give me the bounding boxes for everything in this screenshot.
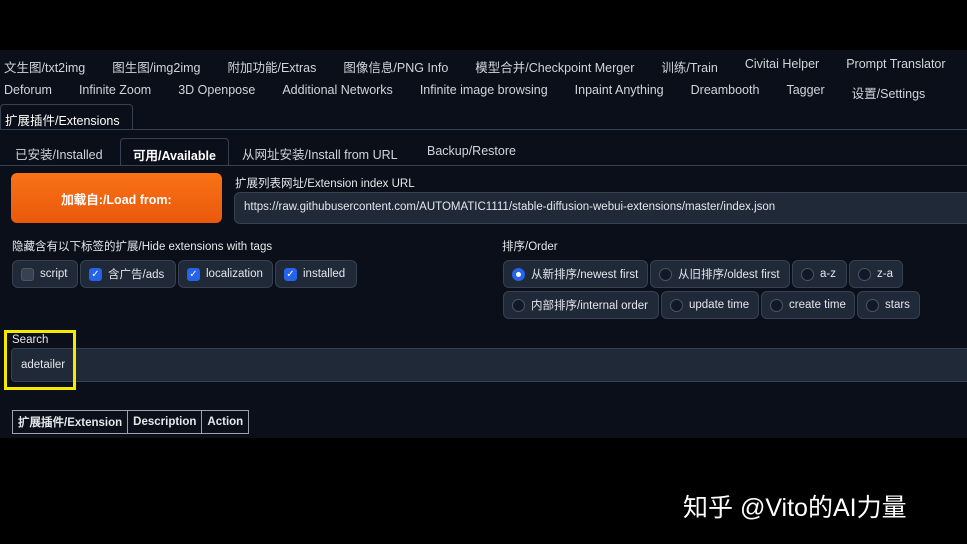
order-za-radio[interactable]: z-a [849, 260, 903, 288]
order-label: z-a [877, 268, 893, 280]
tag-label: installed [303, 268, 346, 280]
tab-infinite-image-browsing[interactable]: Infinite image browsing [420, 83, 548, 102]
tag-label: script [40, 268, 68, 280]
extensions-table: 扩展插件/Extension Description Action [11, 410, 250, 434]
tab-extensions[interactable]: 扩展插件/Extensions [0, 104, 133, 130]
tab-civitai-helper[interactable]: Civitai Helper [745, 57, 819, 76]
order-oldest-radio[interactable]: 从旧排序/oldest first [650, 260, 790, 288]
order-update-time-radio[interactable]: update time [661, 291, 759, 319]
order-label: create time [789, 299, 846, 311]
tab-train[interactable]: 训练/Train [661, 57, 718, 76]
tag-label: 含广告/ads [108, 269, 165, 281]
subtab-backup-restore[interactable]: Backup/Restore [427, 144, 516, 158]
tab-tagger[interactable]: Tagger [786, 83, 824, 102]
tab-settings[interactable]: 设置/Settings [852, 83, 926, 102]
tab-txt2img[interactable]: 文生图/txt2img [4, 57, 85, 76]
checkmark-icon: ✓ [187, 267, 200, 281]
order-create-time-radio[interactable]: create time [761, 291, 855, 319]
tab-inpaint-anything[interactable]: Inpaint Anything [575, 83, 664, 102]
tab-img2img[interactable]: 图生图/img2img [112, 57, 200, 76]
order-label: stars [885, 299, 910, 311]
tag-ads-checkbox[interactable]: ✓ 含广告/ads [80, 260, 176, 288]
tab-checkpoint-merger[interactable]: 模型合并/Checkpoint Merger [475, 57, 634, 76]
order-label: 内部排序/internal order [531, 300, 648, 312]
tag-localization-checkbox[interactable]: ✓ localization [178, 260, 273, 288]
order-label: update time [689, 299, 750, 311]
tab-prompt-translator[interactable]: Prompt Translator [846, 57, 945, 76]
column-action: Action [201, 410, 250, 434]
checkmark-icon: ✓ [89, 267, 102, 281]
radio-icon [866, 298, 879, 312]
extension-subtabs: 已安装/Installed 可用/Available 从网址安装/Install… [0, 138, 967, 166]
order-az-radio[interactable]: a-z [792, 260, 847, 288]
highlight-box [4, 330, 76, 390]
radio-icon [801, 267, 814, 281]
subtab-available[interactable]: 可用/Available [120, 138, 229, 166]
search-input[interactable]: adetailer [11, 348, 967, 382]
radio-icon [770, 298, 783, 312]
hide-tags-label: 隐藏含有以下标签的扩展/Hide extensions with tags [12, 241, 273, 253]
divider [0, 165, 967, 166]
radio-icon [659, 267, 672, 281]
tab-extras[interactable]: 附加功能/Extras [227, 57, 316, 76]
order-internal-radio[interactable]: 内部排序/internal order [503, 291, 659, 319]
tab-deforum[interactable]: Deforum [4, 83, 52, 102]
tab-3d-openpose[interactable]: 3D Openpose [178, 83, 255, 102]
radio-icon [512, 267, 525, 281]
order-label: a-z [820, 268, 836, 280]
radio-icon [858, 267, 871, 281]
order-label: 从新排序/newest first [531, 269, 639, 281]
order-label: 从旧排序/oldest first [678, 269, 780, 281]
index-url-input[interactable]: https://raw.githubusercontent.com/AUTOMA… [234, 192, 967, 224]
checkbox-icon [21, 267, 34, 281]
watermark: 知乎 @Vito的AI力量 [683, 494, 907, 522]
index-url-label: 扩展列表网址/Extension index URL [235, 178, 415, 190]
nav-row-1: 文生图/txt2img 图生图/img2img 附加功能/Extras 图像信息… [0, 57, 946, 76]
table-header-row: 扩展插件/Extension Description Action [11, 410, 250, 434]
order-label: 排序/Order [502, 241, 558, 253]
tab-infinite-zoom[interactable]: Infinite Zoom [79, 83, 151, 102]
column-description: Description [127, 410, 203, 434]
radio-icon [670, 298, 683, 312]
radio-icon [512, 298, 525, 312]
order-stars-radio[interactable]: stars [857, 291, 920, 319]
nav-row-2: Deforum Infinite Zoom 3D Openpose Additi… [0, 83, 925, 102]
tab-png-info[interactable]: 图像信息/PNG Info [343, 57, 448, 76]
divider [0, 129, 967, 130]
tab-dreambooth[interactable]: Dreambooth [691, 83, 760, 102]
subtab-installed[interactable]: 已安装/Installed [15, 144, 103, 163]
tag-installed-checkbox[interactable]: ✓ installed [275, 260, 357, 288]
order-newest-radio[interactable]: 从新排序/newest first [503, 260, 648, 288]
checkmark-icon: ✓ [284, 267, 297, 281]
tab-additional-networks[interactable]: Additional Networks [282, 83, 392, 102]
subtab-install-from-url[interactable]: 从网址安装/Install from URL [242, 144, 398, 163]
tag-script-checkbox[interactable]: script [12, 260, 78, 288]
extensions-page: 文生图/txt2img 图生图/img2img 附加功能/Extras 图像信息… [0, 50, 967, 438]
column-extension: 扩展插件/Extension [11, 410, 129, 434]
load-from-button[interactable]: 加载自:/Load from: [11, 173, 222, 223]
tag-label: localization [206, 268, 263, 280]
